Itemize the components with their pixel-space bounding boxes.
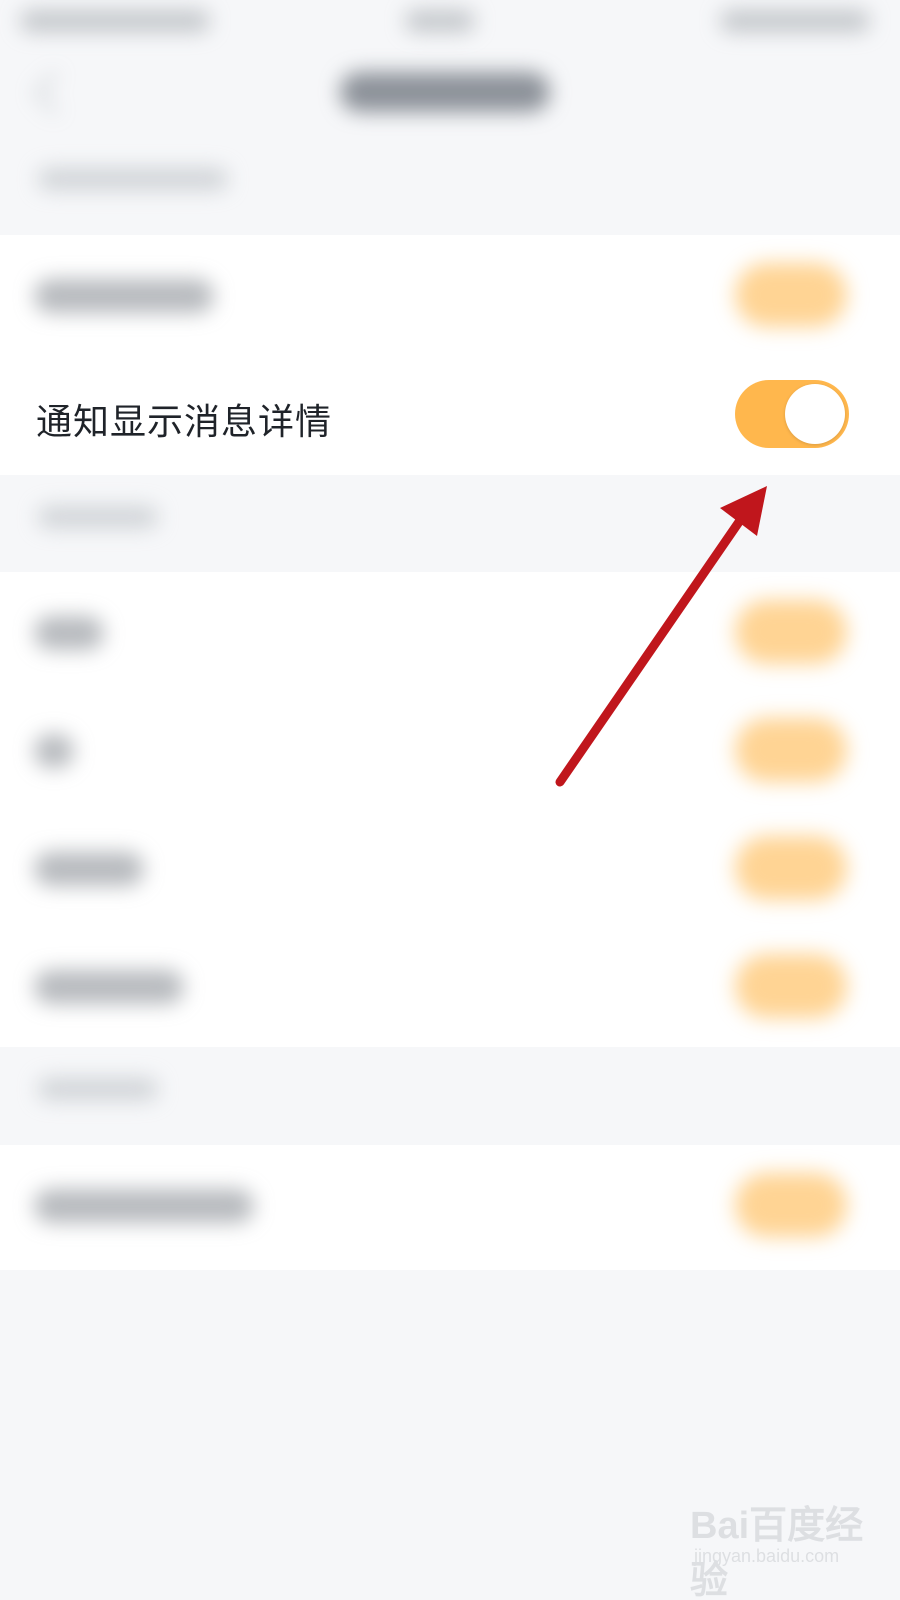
section-header [0,478,900,558]
page-title [340,72,550,112]
notification-detail-label: 通知显示消息详情 [36,402,333,443]
notification-detail-row[interactable]: 通知显示消息详情 [0,355,900,475]
notification-detail-toggle[interactable] [735,380,849,448]
toggle-knob [785,384,845,444]
settings-row[interactable] [0,1145,900,1265]
settings-row[interactable] [0,572,900,692]
status-time [20,10,210,32]
toggle-switch[interactable] [735,836,847,900]
back-icon[interactable] [33,71,77,115]
settings-row-label [34,1189,254,1223]
section-header [0,1050,900,1130]
watermark-url: jingyan.baidu.com [694,1546,840,1566]
settings-row-label [34,279,214,313]
section-header-label [38,168,228,190]
section-header [0,140,900,220]
status-indicators [720,10,870,32]
toggle-switch[interactable] [735,954,847,1018]
settings-card [0,572,900,1047]
settings-row-label [34,616,104,650]
settings-card [0,1145,900,1270]
section-header-label [38,506,158,528]
toggle-switch[interactable] [735,1173,847,1237]
nav-bar [0,50,900,140]
watermark: Bai百度经验 jingyan.baidu.com [690,1490,890,1600]
status-center [405,10,475,32]
settings-row[interactable] [0,808,900,928]
settings-row[interactable] [0,690,900,810]
toggle-switch[interactable] [735,263,847,327]
toggle-switch[interactable] [735,600,847,664]
settings-row-label [34,852,144,886]
settings-row[interactable] [0,235,900,355]
settings-row-label [34,734,74,768]
settings-row-label [34,970,184,1004]
toggle-switch[interactable] [735,718,847,782]
status-bar [0,0,900,50]
settings-row[interactable] [0,926,900,1046]
section-header-label [38,1078,158,1100]
